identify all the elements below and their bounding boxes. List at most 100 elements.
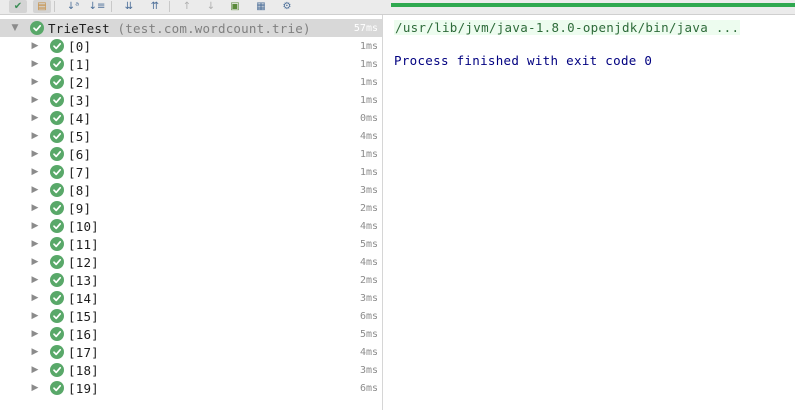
test-case-name: [12] xyxy=(68,254,99,270)
export-results-button[interactable]: ▣ xyxy=(226,0,244,13)
expand-arrow-icon[interactable]: ▶ xyxy=(30,347,40,357)
test-case-row[interactable]: ▶ [5] 4ms xyxy=(0,127,382,145)
test-case-name: [9] xyxy=(68,200,92,216)
passed-check-icon xyxy=(50,327,64,341)
previous-failed-button[interactable]: ↑ xyxy=(178,0,196,13)
test-case-name: [11] xyxy=(68,236,99,252)
test-duration: 6ms xyxy=(359,382,378,394)
expand-arrow-icon[interactable]: ▶ xyxy=(30,311,40,321)
console-command-line[interactable]: /usr/lib/jvm/java-1.8.0-openjdk/bin/java… xyxy=(394,20,741,35)
collapse-all-icon: ⇈ xyxy=(150,0,160,12)
expand-arrow-icon[interactable]: ▶ xyxy=(30,77,40,87)
toolbar-separator xyxy=(111,1,112,12)
expand-arrow-icon[interactable]: ▶ xyxy=(30,365,40,375)
test-duration: 1ms xyxy=(359,40,378,52)
sort-alphabetically-icon: ↓ᵃ xyxy=(66,0,80,12)
test-package-name: (test.com.wordcount.trie) xyxy=(117,20,311,36)
test-case-name: [1] xyxy=(68,56,92,72)
expand-arrow-icon[interactable]: ▶ xyxy=(30,167,40,177)
test-case-row[interactable]: ▶ [19] 6ms xyxy=(0,379,382,397)
expand-arrow-icon[interactable]: ▶ xyxy=(30,113,40,123)
suite-duration: 57ms xyxy=(353,22,378,34)
toolbar-separator xyxy=(169,1,170,12)
test-case-name: [0] xyxy=(68,38,92,54)
test-case-name: [15] xyxy=(68,308,99,324)
test-duration: 6ms xyxy=(359,310,378,322)
export-results-icon: ▣ xyxy=(230,0,240,12)
test-tree-panel[interactable]: ▼ TrieTest (test.com.wordcount.trie) 57ms ▶… xyxy=(0,15,383,410)
sort-alphabetically-button[interactable]: ↓ᵃ xyxy=(64,0,82,13)
expand-arrow-icon[interactable]: ▶ xyxy=(30,59,40,69)
test-case-name: [18] xyxy=(68,362,99,378)
passed-check-icon xyxy=(50,111,64,125)
test-progress-bar xyxy=(391,3,795,7)
test-case-row[interactable]: ▶ [0] 1ms xyxy=(0,37,382,55)
expand-all-icon: ⇊ xyxy=(124,0,134,12)
show-passed-button[interactable]: ✔ xyxy=(9,0,27,13)
expand-arrow-icon[interactable]: ▶ xyxy=(30,293,40,303)
collapse-all-button[interactable]: ⇈ xyxy=(146,0,164,13)
expand-arrow-icon[interactable]: ▶ xyxy=(30,221,40,231)
test-case-row[interactable]: ▶ [4] 0ms xyxy=(0,109,382,127)
test-duration: 3ms xyxy=(359,364,378,376)
test-case-row[interactable]: ▶ [12] 4ms xyxy=(0,253,382,271)
test-case-row[interactable]: ▶ [11] 5ms xyxy=(0,235,382,253)
collapse-arrow-icon[interactable]: ▼ xyxy=(10,23,20,33)
test-duration: 3ms xyxy=(359,184,378,196)
test-case-row[interactable]: ▶ [10] 4ms xyxy=(0,217,382,235)
passed-check-icon xyxy=(50,309,64,323)
test-duration: 2ms xyxy=(359,202,378,214)
settings-button[interactable]: ⚙ xyxy=(278,0,296,13)
passed-check-icon xyxy=(50,57,64,71)
test-case-row[interactable]: ▶ [8] 3ms xyxy=(0,181,382,199)
test-case-row[interactable]: ▶ [15] 6ms xyxy=(0,307,382,325)
passed-check-icon xyxy=(50,363,64,377)
passed-check-icon xyxy=(50,165,64,179)
test-case-row[interactable]: ▶ [18] 3ms xyxy=(0,361,382,379)
expand-arrow-icon[interactable]: ▶ xyxy=(30,329,40,339)
test-duration: 3ms xyxy=(359,292,378,304)
next-failed-button[interactable]: ↓ xyxy=(202,0,220,13)
test-case-row[interactable]: ▶ [7] 1ms xyxy=(0,163,382,181)
test-duration: 4ms xyxy=(359,256,378,268)
test-duration: 5ms xyxy=(359,238,378,250)
console-exit-message: Process finished with exit code 0 xyxy=(394,53,653,68)
test-suite-row[interactable]: ▼ TrieTest (test.com.wordcount.trie) 57ms xyxy=(0,19,382,37)
test-case-name: [3] xyxy=(68,92,92,108)
expand-arrow-icon[interactable]: ▶ xyxy=(30,239,40,249)
expand-arrow-icon[interactable]: ▶ xyxy=(30,131,40,141)
expand-arrow-icon[interactable]: ▶ xyxy=(30,149,40,159)
test-case-name: [16] xyxy=(68,326,99,342)
test-case-row[interactable]: ▶ [3] 1ms xyxy=(0,91,382,109)
expand-arrow-icon[interactable]: ▶ xyxy=(30,275,40,285)
expand-arrow-icon[interactable]: ▶ xyxy=(30,383,40,393)
test-case-name: [17] xyxy=(68,344,99,360)
test-case-row[interactable]: ▶ [1] 1ms xyxy=(0,55,382,73)
test-case-row[interactable]: ▶ [17] 4ms xyxy=(0,343,382,361)
import-results-button[interactable]: ▦ xyxy=(252,0,270,13)
expand-arrow-icon[interactable]: ▶ xyxy=(30,41,40,51)
test-case-row[interactable]: ▶ [6] 1ms xyxy=(0,145,382,163)
expand-arrow-icon[interactable]: ▶ xyxy=(30,203,40,213)
expand-arrow-icon[interactable]: ▶ xyxy=(30,95,40,105)
test-case-row[interactable]: ▶ [16] 5ms xyxy=(0,325,382,343)
test-duration: 5ms xyxy=(359,328,378,340)
expand-all-button[interactable]: ⇊ xyxy=(120,0,138,13)
passed-check-icon xyxy=(50,219,64,233)
passed-check-icon xyxy=(30,21,44,35)
test-case-row[interactable]: ▶ [13] 2ms xyxy=(0,271,382,289)
test-duration: 1ms xyxy=(359,58,378,70)
test-case-name: [2] xyxy=(68,74,92,90)
passed-check-icon xyxy=(50,237,64,251)
test-duration: 4ms xyxy=(359,220,378,232)
test-case-row[interactable]: ▶ [2] 1ms xyxy=(0,73,382,91)
test-runner-toolbar: ✔ ▤ ↓ᵃ ↓≡ ⇊ ⇈ ↑ ↓ ▣ ▦ ⚙ xyxy=(0,0,795,15)
show-ignored-button[interactable]: ▤ xyxy=(33,0,51,13)
sort-by-duration-button[interactable]: ↓≡ xyxy=(88,0,106,13)
expand-arrow-icon[interactable]: ▶ xyxy=(30,185,40,195)
test-duration: 1ms xyxy=(359,166,378,178)
console-output-panel[interactable]: /usr/lib/jvm/java-1.8.0-openjdk/bin/java… xyxy=(383,15,795,410)
test-case-row[interactable]: ▶ [9] 2ms xyxy=(0,199,382,217)
test-case-row[interactable]: ▶ [14] 3ms xyxy=(0,289,382,307)
expand-arrow-icon[interactable]: ▶ xyxy=(30,257,40,267)
